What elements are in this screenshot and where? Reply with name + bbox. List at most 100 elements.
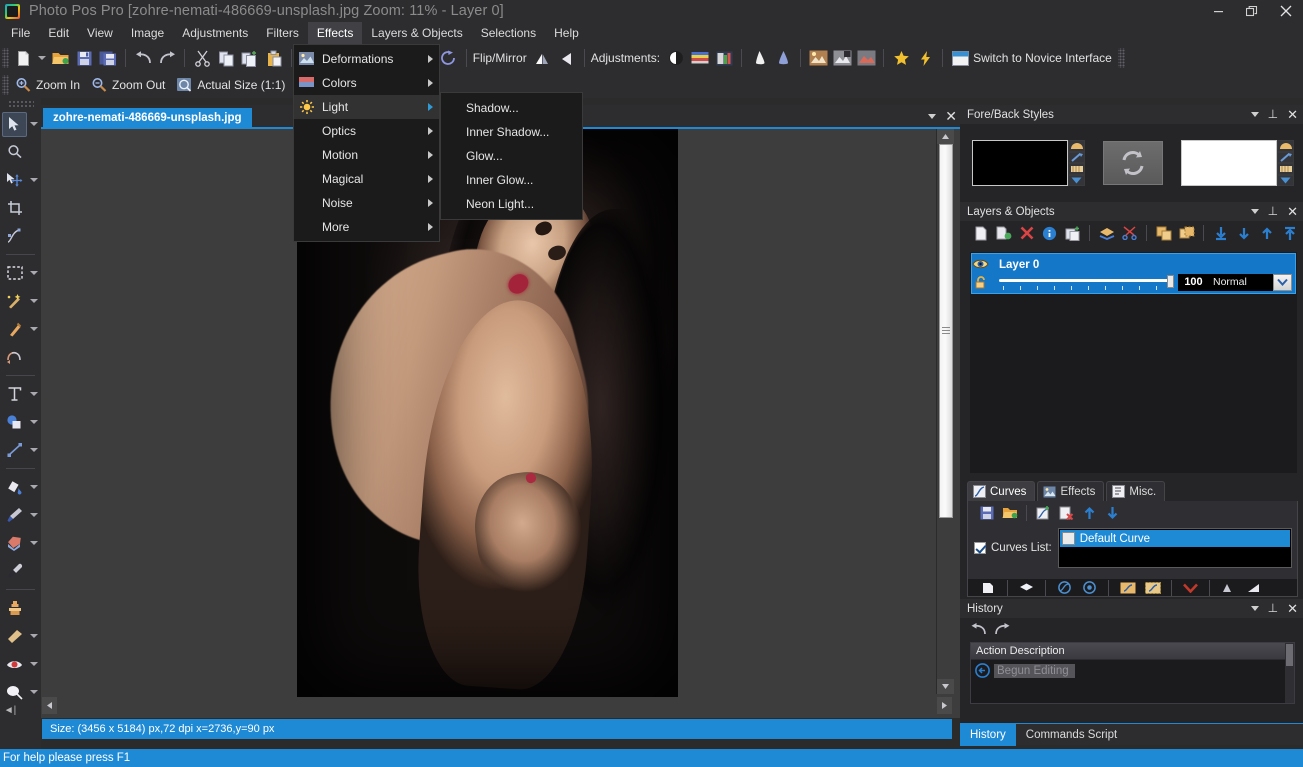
menu-image[interactable]: Image <box>122 22 173 44</box>
menu-item-deformations[interactable]: Deformations <box>294 47 439 71</box>
open-file-icon[interactable] <box>48 46 72 70</box>
menu-file[interactable]: File <box>2 22 39 44</box>
scroll-left-icon[interactable] <box>42 697 57 714</box>
history-redo-icon[interactable] <box>994 622 1011 636</box>
add-curve-icon[interactable] <box>1033 502 1054 523</box>
pin-icon[interactable]: ⊥ <box>1268 205 1278 217</box>
move-curve-down-icon[interactable] <box>1102 502 1123 523</box>
submenu-item-inner-glow[interactable]: Inner Glow... <box>441 168 582 192</box>
bring-forward-icon[interactable] <box>1256 223 1277 244</box>
pointer-tool-icon[interactable] <box>2 111 27 137</box>
shape-tool-dropdown-icon[interactable] <box>27 410 40 434</box>
distribute-layers-icon[interactable] <box>1176 223 1197 244</box>
curves-list-box[interactable]: Default Curve <box>1057 528 1292 568</box>
close-document-icon[interactable]: ✕ <box>945 109 957 123</box>
layers-list[interactable]: Layer 0 100 Normal <box>970 252 1297 473</box>
toolbar-end-grip[interactable] <box>1117 48 1125 68</box>
curve-circle-b-icon[interactable] <box>1079 579 1100 596</box>
canvas-vertical-scrollbar[interactable] <box>936 129 954 694</box>
scroll-up-icon[interactable] <box>937 129 954 144</box>
favorite-star-icon[interactable] <box>889 46 913 70</box>
menu-layers-objects[interactable]: Layers & Objects <box>362 22 471 44</box>
history-scrollbar[interactable] <box>1285 643 1294 703</box>
menu-help[interactable]: Help <box>545 22 588 44</box>
crop-tool-icon[interactable] <box>2 196 27 221</box>
line-tool-dropdown-icon[interactable] <box>27 438 40 462</box>
curve-copy-b-icon[interactable] <box>1142 579 1163 596</box>
lasso-tool-icon[interactable] <box>2 317 27 342</box>
sharpen-icon[interactable] <box>747 46 771 70</box>
curve-apply-icon[interactable] <box>978 579 999 596</box>
image-effect-1-icon[interactable] <box>806 46 830 70</box>
flip-vertical-icon[interactable] <box>531 46 555 70</box>
image-effect-2-icon[interactable] <box>830 46 854 70</box>
line-tool-icon[interactable] <box>2 438 27 463</box>
mirror-horizontal-icon[interactable] <box>555 46 579 70</box>
menu-edit[interactable]: Edit <box>39 22 78 44</box>
toolbar-grip[interactable] <box>2 48 9 68</box>
tab-list-dropdown-icon[interactable] <box>928 113 937 119</box>
table-row[interactable]: Layer 0 100 Normal <box>971 253 1296 294</box>
tab-misc[interactable]: Misc. <box>1106 481 1166 501</box>
menu-item-colors[interactable]: Colors <box>294 71 439 95</box>
tab-curves[interactable]: Curves <box>967 481 1036 501</box>
color-balance-icon[interactable] <box>688 46 712 70</box>
rotate-free-icon[interactable] <box>437 46 461 70</box>
image-effect-3-icon[interactable] <box>854 46 878 70</box>
tool-palette-collapse-icon[interactable]: ◄| <box>3 703 17 717</box>
text-tool-dropdown-icon[interactable] <box>27 382 40 406</box>
delete-curve-icon[interactable] <box>1056 502 1077 523</box>
copy-merged-icon[interactable] <box>238 46 262 70</box>
zoom-in-button[interactable]: Zoom In <box>11 74 87 96</box>
tab-effects[interactable]: Effects <box>1037 481 1105 501</box>
gradient-style-icon[interactable] <box>1277 140 1294 152</box>
rectangle-select-dropdown-icon[interactable] <box>27 261 40 285</box>
panel-menu-icon[interactable] <box>1250 606 1259 611</box>
merge-layers-icon[interactable] <box>1096 223 1117 244</box>
paint-bucket-dropdown-icon[interactable] <box>27 475 40 499</box>
close-panel-icon[interactable]: ✕ <box>1287 205 1298 218</box>
pattern-style-icon[interactable] <box>1277 163 1294 175</box>
history-undo-icon[interactable] <box>970 622 987 636</box>
document-tab[interactable]: zohre-nemati-486669-unsplash.jpg <box>43 108 252 127</box>
send-to-back-icon[interactable] <box>1210 223 1231 244</box>
zoom-out-button[interactable]: Zoom Out <box>87 74 172 96</box>
menu-selections[interactable]: Selections <box>472 22 545 44</box>
tab-commands-script[interactable]: Commands Script <box>1016 724 1127 746</box>
text-tool-icon[interactable] <box>2 382 27 407</box>
visibility-eye-icon[interactable] <box>972 258 989 270</box>
scroll-down-icon[interactable] <box>937 679 954 694</box>
menu-adjustments[interactable]: Adjustments <box>173 22 257 44</box>
opacity-value[interactable]: 100 <box>1178 273 1209 291</box>
curve-ramp-icon[interactable] <box>1243 579 1264 596</box>
menu-item-more[interactable]: More <box>294 215 439 239</box>
send-backward-icon[interactable] <box>1233 223 1254 244</box>
swap-colors-button[interactable] <box>1103 141 1163 185</box>
align-layers-icon[interactable] <box>1153 223 1174 244</box>
levels-icon[interactable] <box>712 46 736 70</box>
lock-icon[interactable] <box>974 276 988 289</box>
blur-sharpen-dropdown-icon[interactable] <box>27 680 40 704</box>
foreground-color-swatch[interactable] <box>972 140 1068 186</box>
canvas-horizontal-scrollbar[interactable] <box>42 697 952 714</box>
history-list[interactable]: Action Description Begun Editing <box>970 642 1295 704</box>
blur-drop-icon[interactable] <box>771 46 795 70</box>
vertical-scroll-thumb[interactable] <box>939 144 953 518</box>
picker-style-icon[interactable] <box>1277 151 1294 163</box>
submenu-item-neon-light[interactable]: Neon Light... <box>441 192 582 216</box>
scroll-right-icon[interactable] <box>937 697 952 714</box>
cut-icon[interactable] <box>190 46 214 70</box>
submenu-item-shadow[interactable]: Shadow... <box>441 96 582 120</box>
brush-tool-icon[interactable] <box>2 503 27 528</box>
new-group-icon[interactable] <box>1062 223 1083 244</box>
blend-mode-dropdown-icon[interactable] <box>1273 273 1292 291</box>
background-color-swatch[interactable] <box>1181 140 1277 186</box>
lasso-tool-dropdown-icon[interactable] <box>27 317 40 341</box>
gradient-style-icon[interactable] <box>1068 140 1085 152</box>
new-file-dropdown-icon[interactable] <box>35 47 48 69</box>
quick-action-lightning-icon[interactable] <box>913 46 937 70</box>
transform-selection-tool-icon[interactable] <box>2 345 27 370</box>
menu-effects[interactable]: Effects <box>307 22 363 44</box>
eraser-tool-dropdown-icon[interactable] <box>27 531 40 555</box>
list-item[interactable]: Begun Editing <box>971 660 1294 678</box>
